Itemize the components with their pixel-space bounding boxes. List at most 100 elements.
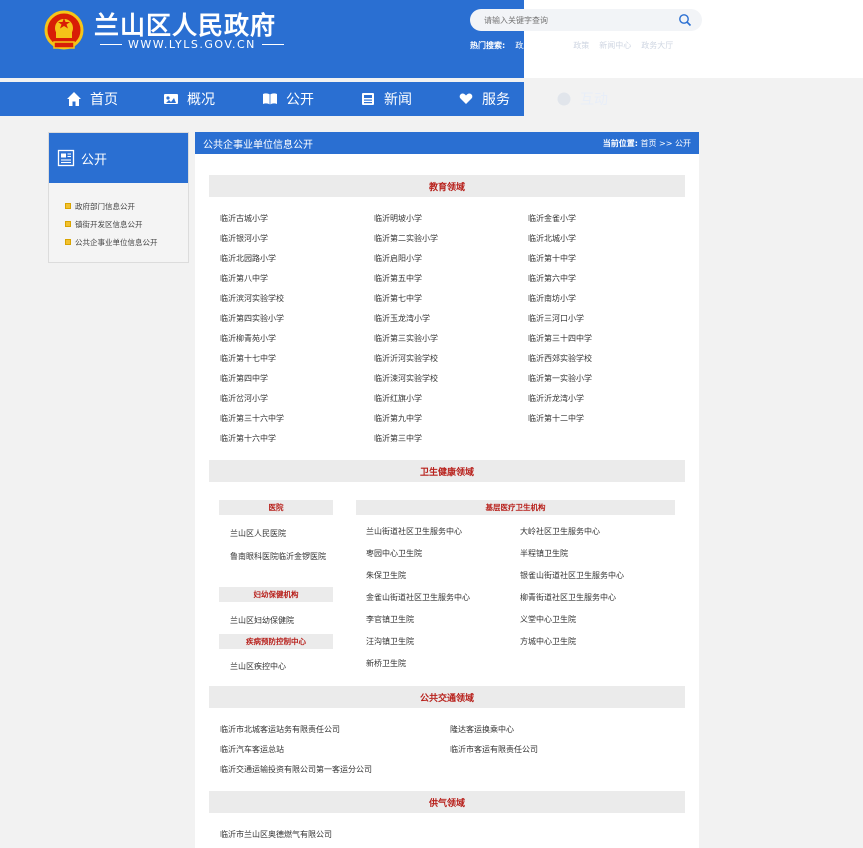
- bullet-icon: [65, 203, 71, 209]
- list-item-link[interactable]: 兰山区妇幼保健院: [230, 616, 294, 625]
- list-item-link[interactable]: 兰山区疾控中心: [230, 662, 286, 671]
- hot-search-item[interactable]: 政府信息公开: [515, 40, 563, 51]
- list-item-link[interactable]: 临沂交通运输投资有限公司第一客运分公司: [220, 760, 450, 780]
- list-item-link[interactable]: 临沂市客运有限责任公司: [450, 740, 680, 760]
- list-item-link[interactable]: 兰山区人民医院: [230, 529, 286, 538]
- list-item-link[interactable]: 新桥卫生院: [366, 653, 520, 675]
- sidebar-item-town[interactable]: 镇街开发区信息公开: [49, 215, 188, 233]
- main-content: 公共企事业单位信息公开 当前位置: 首页 >> 公开 教育领域 临沂古城小学 临沂…: [195, 132, 699, 848]
- list-item-link[interactable]: 临沂第五中学: [374, 269, 528, 289]
- list-item-link[interactable]: 方城中心卫生院: [520, 631, 674, 653]
- list-item-link[interactable]: 临沂金锣医院: [278, 552, 326, 561]
- cdc-subtitle: 疾病预防控制中心: [219, 634, 333, 649]
- section-health-title: 卫生健康领域: [209, 460, 685, 482]
- list-item-link[interactable]: 临沂红旗小学: [374, 389, 528, 409]
- main-header: 公共企事业单位信息公开 当前位置: 首页 >> 公开: [195, 132, 699, 154]
- list-item-link[interactable]: 大岭社区卫生服务中心: [520, 521, 674, 543]
- list-item-link[interactable]: 临沂第四中学: [220, 369, 374, 389]
- nav-label: 首页: [90, 92, 118, 108]
- sidebar-item-public-units[interactable]: 公共企事业单位信息公开: [49, 233, 188, 251]
- list-item-link[interactable]: 临沂第三实验小学: [374, 329, 528, 349]
- maternal-list: 兰山区妇幼保健院: [230, 608, 330, 631]
- hospital-list: 兰山区人民医院鲁南眼科医院临沂金锣医院: [230, 521, 330, 567]
- bullet-icon: [65, 239, 71, 245]
- section-gas-title: 供气领域: [209, 791, 685, 813]
- hospital-subtitle: 医院: [219, 500, 333, 515]
- list-item-link[interactable]: 临沂沂河实验学校: [374, 349, 528, 369]
- list-item-link[interactable]: 临沂北城小学: [528, 229, 680, 249]
- nav-label: 公开: [286, 92, 314, 108]
- search-input[interactable]: [484, 15, 678, 25]
- site-title[interactable]: 兰山区人民政府: [94, 6, 276, 42]
- news-icon: [362, 93, 374, 105]
- list-item-link[interactable]: 临沂西郊实验学校: [528, 349, 680, 369]
- list-item-link[interactable]: 临沂第三十六中学: [220, 409, 374, 429]
- nav-item-news[interactable]: 新闻: [360, 82, 412, 116]
- list-item-link[interactable]: 临沂第三中学: [374, 429, 528, 449]
- nav-item-home[interactable]: 首页: [66, 82, 118, 116]
- list-item-link[interactable]: 临沂市北城客运站务有限责任公司: [220, 720, 450, 740]
- list-item-link[interactable]: 李官镇卫生院: [366, 609, 520, 631]
- hot-search-item[interactable]: 政策: [573, 40, 589, 51]
- list-item-link[interactable]: 临沂沂龙湾小学: [528, 389, 680, 409]
- nav-item-interact[interactable]: 互动: [556, 82, 608, 116]
- list-item-link[interactable]: 临沂金雀小学: [528, 209, 680, 229]
- list-item-link[interactable]: 临沂第十中学: [528, 249, 680, 269]
- list-item-link[interactable]: 临沂汽车客运总站: [220, 740, 450, 760]
- sidebar-header: 公开: [49, 133, 188, 183]
- list-item-link[interactable]: 临沂玉龙湾小学: [374, 309, 528, 329]
- hot-search-item[interactable]: 政务大厅: [641, 40, 673, 51]
- nav-item-overview[interactable]: 概况: [163, 82, 215, 116]
- list-item-link[interactable]: 临沂柳青苑小学: [220, 329, 374, 349]
- list-item-link[interactable]: 兰山街道社区卫生服务中心: [366, 521, 520, 543]
- nav-item-service[interactable]: 服务: [458, 82, 510, 116]
- list-item-link[interactable]: 临沂北园路小学: [220, 249, 374, 269]
- list-item-link[interactable]: 义堂中心卫生院: [520, 609, 674, 631]
- overview-icon: [164, 94, 178, 104]
- sidebar-item-dept[interactable]: 政府部门信息公开: [49, 197, 188, 215]
- list-item-link[interactable]: 临沂第九中学: [374, 409, 528, 429]
- list-item-link[interactable]: 金雀山街道社区卫生服务中心: [366, 587, 520, 609]
- list-item-link[interactable]: 临沂第二实验小学: [374, 229, 528, 249]
- list-item-link[interactable]: 临沂第七中学: [374, 289, 528, 309]
- list-item-link[interactable]: 汪沟镇卫生院: [366, 631, 520, 653]
- hot-search: 热门搜索: 政府信息公开 政策 新闻中心 政务大厅: [470, 40, 673, 51]
- list-item-link[interactable]: 临沂第十六中学: [220, 429, 374, 449]
- sidebar-item-label: 政府部门信息公开: [75, 201, 135, 211]
- list-item-link[interactable]: 临沂第三十四中学: [528, 329, 680, 349]
- list-item-link[interactable]: 朱保卫生院: [366, 565, 520, 587]
- list-item-link[interactable]: 临沂第四实验小学: [220, 309, 374, 329]
- list-item-link[interactable]: 临沂明坡小学: [374, 209, 528, 229]
- list-item-link[interactable]: 临沂涑河实验学校: [374, 369, 528, 389]
- list-item-link[interactable]: 临沂三河口小学: [528, 309, 680, 329]
- search-icon[interactable]: [678, 13, 692, 27]
- list-item-link[interactable]: 临沂第十七中学: [220, 349, 374, 369]
- list-item-link[interactable]: 临沂第十二中学: [528, 409, 680, 429]
- list-item-link[interactable]: 鲁南眼科医院: [230, 552, 278, 561]
- list-item-link[interactable]: 临沂滨河实验学校: [220, 289, 374, 309]
- list-item-link[interactable]: 临沂银河小学: [220, 229, 374, 249]
- page-title: 公共企事业单位信息公开: [203, 139, 313, 151]
- hot-search-item[interactable]: 新闻中心: [599, 40, 631, 51]
- gas-list: 临沂市兰山区奥德燃气有限公司: [220, 825, 680, 845]
- list-item-link[interactable]: 隆达客运换乘中心: [450, 720, 680, 740]
- list-item-link[interactable]: 临沂古城小学: [220, 209, 374, 229]
- site-header: 兰山区人民政府 WWW.LYLS.GOV.CN 热门搜索: 政府信息公开 政策 …: [0, 0, 863, 116]
- list-item-link[interactable]: 半程镇卫生院: [520, 543, 674, 565]
- list-item-link[interactable]: 临沂第六中学: [528, 269, 680, 289]
- sidebar-list: 政府部门信息公开 镇街开发区信息公开 公共企事业单位信息公开: [49, 183, 188, 251]
- list-item-link[interactable]: 枣园中心卫生院: [366, 543, 520, 565]
- list-item-link[interactable]: 临沂岔河小学: [220, 389, 374, 409]
- list-item-link[interactable]: 临沂市兰山区奥德燃气有限公司: [220, 825, 450, 845]
- list-item-link[interactable]: 临沂南坊小学: [528, 289, 680, 309]
- primary-care-subtitle: 基层医疗卫生机构: [356, 500, 675, 515]
- list-item-link[interactable]: 临沂启阳小学: [374, 249, 528, 269]
- list-item-link[interactable]: 临沂第八中学: [220, 269, 374, 289]
- list-item-link[interactable]: 银雀山街道社区卫生服务中心: [520, 565, 674, 587]
- list-item-link[interactable]: 临沂第一实验小学: [528, 369, 680, 389]
- sidebar-title: 公开: [81, 152, 108, 168]
- site-url: WWW.LYLS.GOV.CN: [94, 38, 284, 51]
- breadcrumb-path[interactable]: 首页 >> 公开: [641, 139, 692, 148]
- nav-item-open[interactable]: 公开: [262, 82, 314, 116]
- list-item-link[interactable]: 柳青街道社区卫生服务中心: [520, 587, 674, 609]
